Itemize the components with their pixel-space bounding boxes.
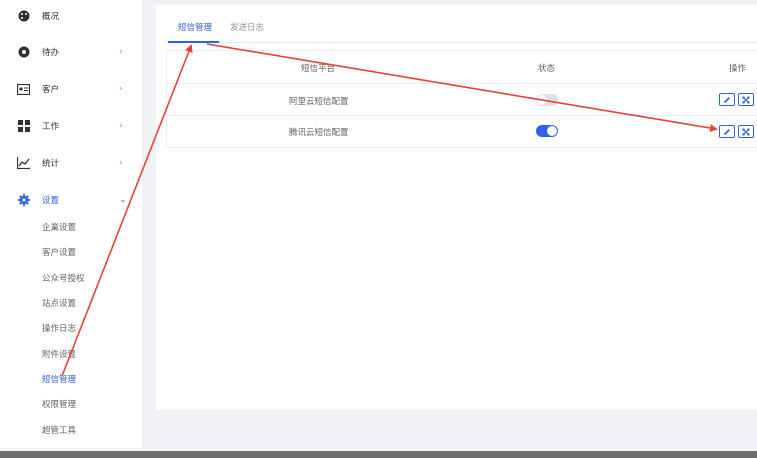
sms-platform-table: 短信平台 状态 操作 阿里云短信配置 腾讯云短信配置 [166, 50, 757, 148]
sidebar-item-admin-tools[interactable]: 超管工具 [42, 424, 76, 438]
toggle-knob [537, 95, 547, 105]
menu-label: 客户 [42, 85, 60, 95]
menu-work[interactable]: 工作 › [0, 114, 142, 138]
menu-customer[interactable]: 客户 › [0, 77, 142, 101]
sidebar-item-customer-settings[interactable]: 客户设置 [42, 246, 76, 260]
sidebar-item-sms-management[interactable]: 短信管理 [42, 373, 76, 387]
status-toggle[interactable] [536, 94, 558, 106]
column-header-status: 状态 [538, 64, 556, 74]
menu-todo[interactable]: 待办 › [0, 40, 142, 64]
tab-sms-management[interactable]: 短信管理 [178, 21, 212, 33]
line-chart-icon [17, 157, 30, 170]
menu-label: 概况 [42, 12, 60, 22]
menu-statistics[interactable]: 统计 › [0, 151, 142, 175]
compass-icon [17, 46, 30, 59]
menu-settings[interactable]: 设置 ⌄ [0, 188, 142, 212]
config-button[interactable] [738, 125, 754, 138]
row-divider [167, 83, 757, 84]
sidebar-item-site-settings[interactable]: 站点设置 [42, 297, 76, 311]
palette-icon [17, 10, 30, 23]
edit-button[interactable] [719, 125, 735, 138]
status-toggle[interactable] [536, 125, 558, 137]
column-header-actions: 操作 [729, 64, 747, 74]
pencil-icon [724, 96, 730, 103]
id-card-icon [17, 83, 30, 96]
sidebar-item-official-account[interactable]: 公众号授权 [42, 272, 85, 286]
menu-label: 设置 [42, 196, 60, 206]
config-button[interactable] [738, 93, 754, 106]
sidebar-item-attachment-settings[interactable]: 附件设置 [42, 348, 76, 362]
chevron-down-icon: ⌄ [119, 195, 127, 205]
menu-label: 待办 [42, 48, 60, 58]
bottom-bar [0, 451, 757, 458]
chevron-right-icon: › [119, 84, 123, 94]
menu-overview[interactable]: 概况 [0, 4, 142, 28]
menu-label: 工作 [42, 122, 60, 132]
chevron-right-icon: › [119, 158, 123, 168]
column-header-platform: 短信平台 [301, 64, 336, 74]
menu-label: 统计 [42, 159, 60, 169]
grid-icon [17, 120, 30, 133]
toggle-knob [547, 126, 557, 136]
platform-name: 阿里云短信配置 [289, 97, 349, 107]
tab-bar: 短信管理 发送日志 [166, 13, 757, 43]
expand-icon [742, 128, 750, 135]
content-panel: 短信管理 发送日志 短信平台 状态 操作 阿里云短信配置 腾讯云短信配置 [156, 5, 757, 410]
sidebar-item-permission-management[interactable]: 权限管理 [42, 398, 76, 412]
pencil-icon [724, 128, 730, 135]
tab-send-log[interactable]: 发送日志 [230, 21, 264, 33]
chevron-right-icon: › [119, 47, 123, 57]
edit-button[interactable] [719, 93, 735, 106]
gear-icon [17, 194, 30, 207]
sidebar-item-operation-log[interactable]: 操作日志 [42, 322, 76, 336]
sidebar-item-enterprise-settings[interactable]: 企業设置 [42, 221, 76, 235]
expand-icon [742, 96, 750, 103]
row-divider [167, 115, 757, 116]
chevron-right-icon: › [119, 121, 123, 131]
active-tab-indicator [168, 41, 219, 43]
platform-name: 腾讯云短信配置 [289, 128, 349, 138]
sidebar: 概况 待办 › 客户 › 工作 › 统计 › 设置 ⌄ 企業设置 客户设置 公众… [0, 0, 142, 448]
